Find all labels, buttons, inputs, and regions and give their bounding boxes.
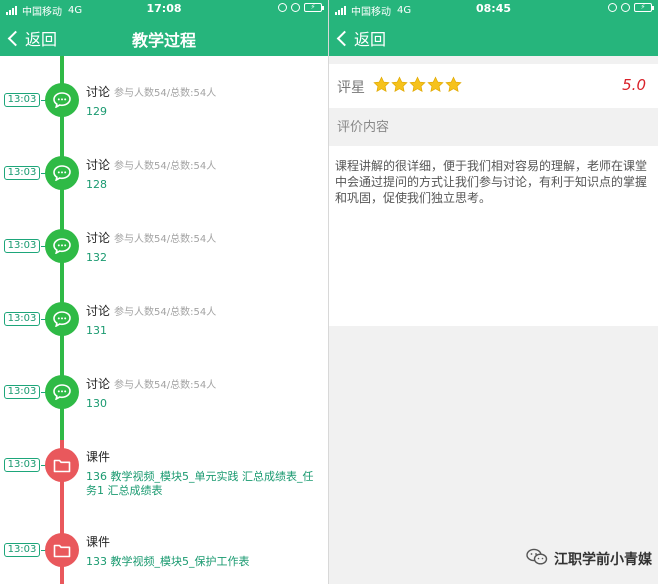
alarm-icon <box>621 3 630 12</box>
battery-icon: ⚡ <box>634 3 654 12</box>
item-link[interactable]: 133 教学视频_模块5_保护工作表 <box>86 555 324 569</box>
item-title: 讨论 <box>86 304 111 318</box>
folder-icon <box>45 448 79 482</box>
timeline-item[interactable]: 13:03 讨论 参与人数54/总数:54人 129 <box>0 74 328 134</box>
item-meta: 参与人数54/总数:54人 <box>114 380 217 391</box>
watermark-text: 江职学前小青媒 <box>554 552 652 568</box>
review-content-text: 课程讲解的很详细，便于我们相对容易的理解，老师在课堂中会通过提问的方式让我们参与… <box>335 159 648 205</box>
time-badge: 13:03 <box>4 312 46 326</box>
chat-icon <box>45 83 79 117</box>
item-title: 课件 <box>86 535 111 549</box>
rating-row: 评星 5.0 <box>329 64 658 108</box>
time-badge: 13:03 <box>4 239 46 253</box>
item-link[interactable]: 129 <box>86 105 324 119</box>
timeline-item[interactable]: 13:03 课件 133 教学视频_模块5_保护工作表 <box>0 524 328 584</box>
star-icon <box>427 76 444 92</box>
item-title: 讨论 <box>86 158 111 172</box>
item-meta: 参与人数54/总数:54人 <box>114 88 217 99</box>
left-screen: 中国移动 4G 17:08 ⚡ 返回 教学过程 13:03 讨论 参与人数54/总… <box>0 0 328 584</box>
teaching-timeline: 13:03 讨论 参与人数54/总数:54人 129 13:03 讨论 参与人数54… <box>0 56 328 584</box>
star-icon <box>445 76 462 92</box>
item-link[interactable]: 128 <box>86 178 324 192</box>
orientation-lock-icon <box>608 3 617 12</box>
alarm-icon <box>291 3 300 12</box>
star-icon <box>391 76 408 92</box>
review-content-box: 课程讲解的很详细，便于我们相对容易的理解，老师在课堂中会通过提问的方式让我们参与… <box>329 146 658 326</box>
timeline-item[interactable]: 13:03 讨论 参与人数54/总数:54人 128 <box>0 147 328 207</box>
status-bar: 中国移动 4G 08:45 ⚡ <box>329 0 658 18</box>
chat-icon <box>45 229 79 263</box>
item-meta: 参与人数54/总数:54人 <box>114 307 217 318</box>
back-label: 返回 <box>354 30 387 49</box>
item-link[interactable]: 131 <box>86 324 324 338</box>
battery-icon: ⚡ <box>304 3 324 12</box>
item-meta: 参与人数54/总数:54人 <box>114 161 217 172</box>
status-bar: 中国移动 4G 17:08 ⚡ <box>0 0 328 18</box>
item-link[interactable]: 136 教学视频_模块5_单元实践 汇总成绩表_任务1 汇总成绩表 <box>86 470 324 498</box>
wechat-logo-icon <box>526 548 548 570</box>
star-icon <box>409 76 426 92</box>
item-title: 讨论 <box>86 85 111 99</box>
item-title: 课件 <box>86 450 111 464</box>
orientation-lock-icon <box>278 3 287 12</box>
watermark: 江职学前小青媒 <box>526 548 652 570</box>
timeline-item[interactable]: 13:03 讨论 参与人数54/总数:54人 131 <box>0 293 328 353</box>
chevron-left-icon <box>336 30 353 46</box>
time-badge: 13:03 <box>4 93 46 107</box>
chat-icon <box>45 302 79 336</box>
star-icon <box>373 76 390 92</box>
timeline-item[interactable]: 13:03 课件 136 教学视频_模块5_单元实践 汇总成绩表_任务1 汇总成… <box>0 439 328 509</box>
rating-score: 5.0 <box>622 76 646 94</box>
rating-label: 评星 <box>337 80 365 96</box>
timeline-item[interactable]: 13:03 讨论 参与人数54/总数:54人 132 <box>0 220 328 280</box>
item-title: 讨论 <box>86 231 111 245</box>
item-link[interactable]: 130 <box>86 397 324 411</box>
page-title: 教学过程 <box>131 31 196 50</box>
time-badge: 13:03 <box>4 166 46 180</box>
folder-icon <box>45 533 79 567</box>
item-meta: 参与人数54/总数:54人 <box>114 234 217 245</box>
nav-bar: 返回 教学过程 <box>0 18 328 56</box>
star-rating <box>373 76 463 93</box>
item-title: 讨论 <box>86 377 111 391</box>
review-content-label: 评价内容 <box>337 120 390 135</box>
nav-bar: 返回 <box>329 18 658 56</box>
timeline-item[interactable]: 13:03 讨论 参与人数54/总数:54人 130 <box>0 366 328 426</box>
item-link[interactable]: 132 <box>86 251 324 265</box>
time-badge: 13:03 <box>4 458 46 472</box>
time-badge: 13:03 <box>4 543 46 557</box>
back-button[interactable]: 返回 <box>335 26 386 50</box>
right-screen: 中国移动 4G 08:45 ⚡ 返回 评星 5.0 评价内容 课程讲解的很详细，… <box>329 0 658 584</box>
chat-icon <box>45 156 79 190</box>
time-badge: 13:03 <box>4 385 46 399</box>
chat-icon <box>45 375 79 409</box>
